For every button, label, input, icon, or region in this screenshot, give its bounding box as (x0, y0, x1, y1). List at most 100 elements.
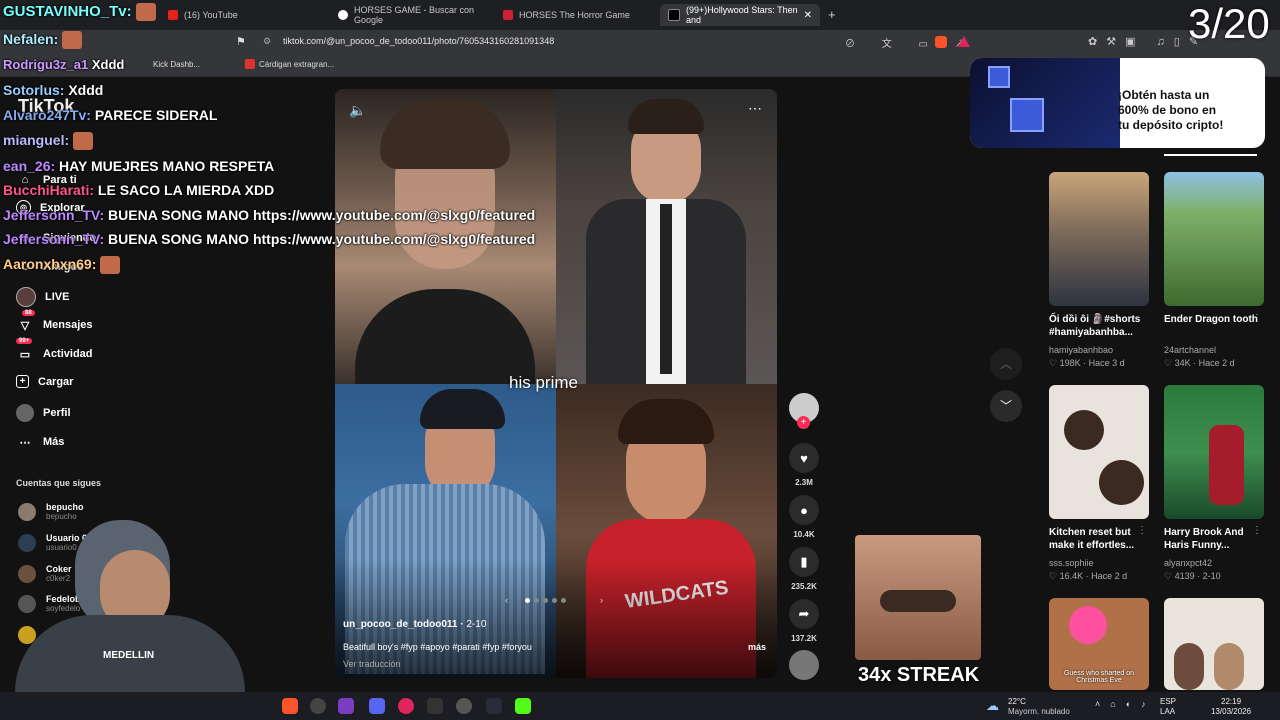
language-variant[interactable]: LAA (1160, 707, 1175, 716)
sound-disc[interactable] (789, 650, 819, 680)
activity-badge: 99+ (16, 338, 33, 344)
see-more-link[interactable]: más (748, 642, 766, 652)
carousel-dots (525, 598, 585, 604)
recommended-menu-icon[interactable]: ⋮ (1137, 525, 1147, 536)
recommended-author[interactable]: sss.sophiie (1049, 558, 1094, 568)
streak-reaction-image (855, 535, 981, 660)
close-tab-icon[interactable]: ✕ (804, 10, 812, 21)
recommended-stats: ♡ 198K · Hace 3 d (1049, 358, 1125, 368)
follow-plus-button[interactable]: + (797, 416, 810, 429)
translate-link[interactable]: Ver traducción (343, 659, 401, 669)
recommended-menu-icon[interactable]: ⋮ (1252, 525, 1262, 536)
share-arrow-icon: ➦ (798, 606, 810, 621)
recommended-stats: ♡ 34K · Hace 2 d (1164, 358, 1235, 368)
comment-button[interactable]: ● (789, 495, 819, 525)
comment-count: 10.4K (793, 530, 815, 539)
sidebar-item-live[interactable]: LIVE (16, 287, 69, 307)
sidebar-item-more[interactable]: ⋯ Más (16, 433, 65, 451)
weather-desc[interactable]: Mayorm. nublado (1008, 707, 1070, 716)
brave-rewards-icon[interactable] (958, 36, 970, 47)
heart-icon: ♥ (800, 450, 808, 466)
gift-image (970, 58, 1120, 148)
following-account[interactable]: bepucho bepucho (18, 502, 84, 521)
weather-icon[interactable]: ☁ (986, 698, 999, 714)
url-field[interactable]: tiktok.com/@un_pocoo_de_todoo011/photo/7… (283, 36, 554, 46)
chat-message: Jeffersonn_TV: BUENA SONG MANO https://w… (3, 231, 536, 247)
recommended-thumbnail[interactable]: Guess who sharted on Christmas Eve (1049, 598, 1149, 690)
brave-shield-icon[interactable] (935, 36, 947, 48)
like-button[interactable]: ♥ (789, 443, 819, 473)
tab-youtube[interactable]: (16) YouTube (160, 4, 330, 26)
kick-taskbar-icon[interactable] (515, 698, 531, 714)
save-count: 235.2K (791, 582, 817, 591)
share-count: 137.2K (791, 634, 817, 643)
recommended-title[interactable]: Ender Dragon tooth (1164, 313, 1259, 326)
brave-taskbar-icon[interactable] (282, 698, 298, 714)
discord-taskbar-icon[interactable] (369, 698, 385, 714)
comment-icon: ● (800, 502, 808, 518)
tab-horses-game[interactable]: HORSES The Horror Game (495, 4, 660, 26)
next-post-button[interactable]: ﹀ (990, 390, 1022, 422)
save-button[interactable]: ▮ (789, 547, 819, 577)
recommended-author[interactable]: 24artchannel (1164, 345, 1216, 355)
language-indicator[interactable]: ESP (1160, 697, 1176, 706)
sidebar-item-activity[interactable]: ▭ 99+ Actividad (16, 338, 93, 363)
previous-post-button[interactable]: ︿ (990, 348, 1022, 380)
recommended-thumbnail[interactable] (1164, 172, 1264, 306)
live-icon (16, 287, 36, 307)
bookmark-kick-dashboard[interactable]: Kick Dashb... (153, 60, 200, 69)
site-info-icon[interactable]: ⚙ (263, 36, 271, 47)
following-section-title: Cuentas que sigues (16, 478, 102, 488)
post-author[interactable]: un_pocoo_de_todoo011 · 2-10 (343, 619, 486, 630)
share-button[interactable]: ➦ (789, 599, 819, 629)
tab-google-search[interactable]: HORSES GAME - Buscar con Google (330, 4, 495, 26)
messages-icon: ▽ 88 (16, 310, 35, 334)
recommended-title[interactable]: Kitchen reset but make it effortles... (1049, 526, 1144, 552)
more-options-icon[interactable]: ⋯ (748, 100, 762, 117)
carousel-next-icon[interactable]: › (600, 595, 603, 605)
messages-badge: 88 (22, 310, 35, 316)
activity-icon: ▭ 99+ (16, 338, 34, 363)
taskbar (0, 692, 1280, 720)
recommended-thumbnail[interactable] (1049, 172, 1149, 306)
recommended-thumbnail[interactable] (1049, 385, 1149, 519)
clock-time[interactable]: 22:19 (1221, 697, 1241, 706)
streak-label: 34x STREAK (858, 664, 980, 686)
recommended-thumbnail[interactable] (1164, 598, 1264, 690)
volume-icon[interactable]: 🔈 (349, 102, 366, 119)
weather-temp[interactable]: 22°C (1008, 697, 1026, 706)
sidebar-item-upload[interactable]: + Cargar (16, 375, 73, 388)
bookmark-cardigan[interactable]: Cárdigan extragran... (259, 60, 334, 69)
sidebar-item-profile[interactable]: Perfil (16, 404, 71, 422)
carousel-prev-icon[interactable]: ‹ (505, 595, 508, 605)
recommended-author[interactable]: alyanxpct42 (1164, 558, 1212, 568)
app-taskbar-icon[interactable] (310, 698, 326, 714)
new-tab-button[interactable]: + (828, 7, 836, 22)
clock-date[interactable]: 13/03/2026 (1211, 707, 1251, 716)
streamer-webcam: MEDELLIN (15, 520, 245, 692)
app-taskbar-icon[interactable] (486, 698, 502, 714)
recommended-stats: ♡ 16.4K · Hace 2 d (1049, 571, 1128, 581)
app-taskbar-icon[interactable] (456, 698, 472, 714)
recommended-menu-icon[interactable]: ⋮ (1252, 313, 1262, 324)
bookmark-icon[interactable]: ⚑ (236, 35, 246, 48)
opera-taskbar-icon[interactable] (398, 698, 414, 714)
app-taskbar-icon[interactable] (338, 698, 354, 714)
crypto-ad-banner[interactable]: ¡Obtén hasta un 600% de bono en tu depós… (970, 58, 1265, 148)
sidebar-item-messages[interactable]: ▽ 88 Mensajes (16, 310, 93, 334)
bookmark-favicon (245, 59, 255, 69)
system-tray-icons[interactable]: ˄⌂◐♪ (1095, 699, 1156, 709)
recommended-thumbnail[interactable] (1164, 385, 1264, 519)
like-count: 2.3M (795, 478, 813, 487)
recommended-title[interactable]: Ối dồi ôi 🗿#shorts #hamiyabanhba... (1049, 313, 1144, 339)
upload-icon: + (16, 375, 29, 388)
recommended-author[interactable]: hamiyabanhbao (1049, 345, 1113, 355)
more-dots-icon: ⋯ (19, 436, 31, 449)
tab-tiktok[interactable]: (99+)Hollywood Stars: Then and ✕ (660, 4, 820, 26)
app-taskbar-icon[interactable] (427, 698, 443, 714)
recommended-title[interactable]: Harry Brook And Haris Funny... (1164, 526, 1259, 552)
horses-favicon (503, 10, 513, 20)
chat-message: Alvaro247Tv: PARECE SIDERAL (3, 107, 218, 123)
chat-message: mianguel: (3, 132, 94, 151)
bookmark-icon: ▮ (800, 554, 808, 569)
